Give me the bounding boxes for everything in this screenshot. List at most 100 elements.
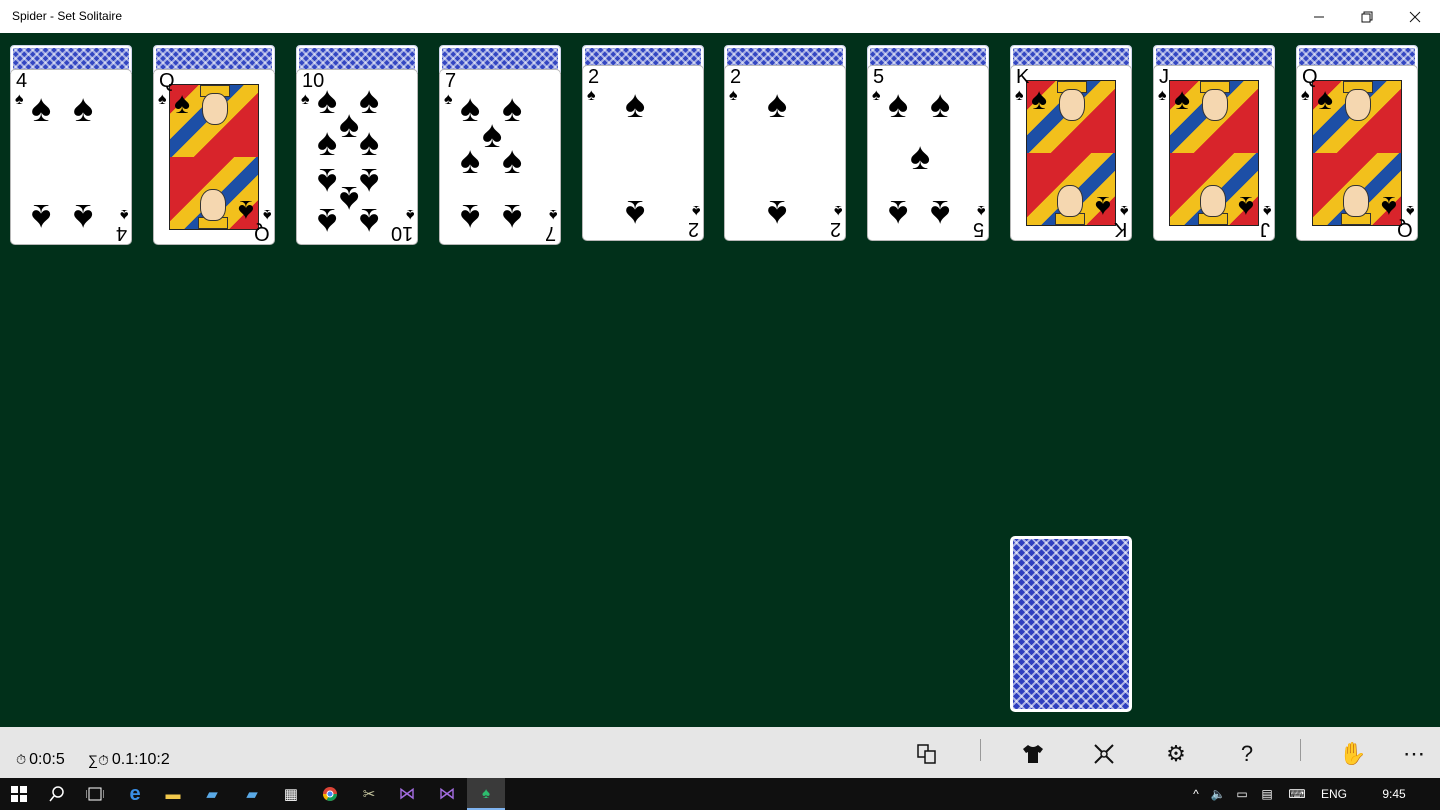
hint-icon bbox=[917, 744, 936, 764]
language-indicator[interactable]: ENG bbox=[1314, 787, 1354, 801]
face-up-card[interactable]: ♠ ♠ 2 ♠ 2 ♠ bbox=[724, 65, 846, 241]
app-button-2[interactable]: ▰ bbox=[233, 778, 271, 810]
chrome-button[interactable] bbox=[311, 778, 349, 810]
spade-pip: ♠ bbox=[317, 160, 338, 202]
keyboard-icon[interactable]: ⌨ bbox=[1280, 787, 1314, 801]
card-rank: 5 bbox=[873, 66, 885, 88]
spade-pip: ♠ bbox=[31, 196, 52, 238]
spade-pip: ♠ bbox=[930, 84, 951, 126]
spade-icon: ♠ bbox=[262, 206, 272, 223]
visual-studio-button-2[interactable]: ⋈ bbox=[428, 778, 466, 810]
spade-pip: ♠ bbox=[625, 192, 646, 234]
restore-icon bbox=[1361, 11, 1373, 22]
spade-icon: ♠ bbox=[548, 206, 558, 223]
app-button-1[interactable]: ▰ bbox=[193, 778, 231, 810]
spade-icon: ♠ bbox=[405, 206, 415, 223]
spade-pip: ♠ bbox=[73, 196, 94, 238]
face-up-card[interactable]: ♠ ♠ Q ♠ Q ♠ bbox=[153, 69, 275, 245]
face-up-card[interactable]: ♠ ♠ ♠ ♠ ♠ 5 ♠ 5 ♠ bbox=[867, 65, 989, 241]
edge-button[interactable]: e bbox=[116, 778, 154, 810]
spade-icon: ♠ bbox=[976, 202, 986, 219]
spider-solitaire-taskbar-button[interactable]: ♠ bbox=[467, 778, 505, 810]
search-button[interactable] bbox=[38, 778, 76, 810]
start-button[interactable] bbox=[0, 778, 38, 810]
face-up-card[interactable]: ♠ ♠ 2 ♠ 2 ♠ bbox=[582, 65, 704, 241]
task-view-icon bbox=[86, 787, 104, 801]
visual-studio-button-1[interactable]: ⋈ bbox=[388, 778, 426, 810]
settings-button[interactable]: ⚙ bbox=[1156, 738, 1196, 770]
gear-icon: ⚙ bbox=[1166, 741, 1186, 766]
spade-icon: ♠ bbox=[158, 91, 167, 108]
more-icon: ⋯ bbox=[1403, 741, 1425, 766]
stopwatch-icon: ⏱ bbox=[16, 752, 27, 767]
clock[interactable]: 9:45 bbox=[1354, 787, 1434, 801]
card-rank: Q bbox=[254, 222, 270, 244]
task-view-button[interactable] bbox=[76, 778, 114, 810]
calculator-button[interactable]: ▦ bbox=[272, 778, 310, 810]
card-rank: 4 bbox=[16, 70, 28, 92]
card-rank: 2 bbox=[829, 218, 841, 240]
card-rank: K bbox=[1113, 218, 1127, 240]
close-button[interactable] bbox=[1392, 0, 1438, 33]
stock-pile[interactable] bbox=[1010, 536, 1132, 712]
spade-pip: ♠ bbox=[359, 122, 380, 164]
hint-button[interactable] bbox=[907, 738, 947, 770]
spade-icon: ♠ bbox=[1317, 83, 1333, 116]
calculator-icon: ▦ bbox=[283, 786, 299, 803]
volume-icon[interactable]: 🔈 bbox=[1206, 787, 1230, 801]
card-back-button[interactable] bbox=[1013, 738, 1053, 770]
spade-icon: ♠ bbox=[174, 87, 190, 120]
spade-icon: ♠ bbox=[238, 194, 254, 227]
card-rank: Q bbox=[159, 70, 175, 92]
spade-icon: ♠ bbox=[691, 202, 701, 219]
face-up-card[interactable]: ♠ ♠ ♠ ♠ 4 ♠ 4 ♠ bbox=[10, 69, 132, 245]
restore-button[interactable] bbox=[1344, 0, 1390, 33]
spade-icon: ♠ bbox=[1031, 83, 1047, 116]
spade-icon: ♠ bbox=[1262, 202, 1272, 219]
spade-pip: ♠ bbox=[767, 192, 788, 234]
face-up-card[interactable]: ♠ ♠ ♠ ♠ ♠ ♠ ♠ ♠ ♠ ♠ 10 ♠ 10 ♠ bbox=[296, 69, 418, 245]
card-rank: J bbox=[1260, 218, 1270, 240]
notifications-icon[interactable]: ▤ bbox=[1254, 787, 1280, 801]
minimize-button[interactable] bbox=[1296, 0, 1342, 33]
face-up-card[interactable]: ♠ ♠ Q ♠ Q ♠ bbox=[1296, 65, 1418, 241]
help-button[interactable]: ? bbox=[1227, 738, 1267, 770]
hand-button[interactable]: ✋ bbox=[1333, 738, 1373, 770]
spade-pip: ♠ bbox=[460, 140, 481, 182]
file-explorer-button[interactable]: ▬ bbox=[154, 778, 192, 810]
spade-icon: ♠ bbox=[15, 91, 24, 108]
folder-icon: ▬ bbox=[165, 785, 181, 803]
new-game-icon bbox=[1094, 744, 1114, 764]
spade-icon: ♠ bbox=[1174, 83, 1190, 116]
face-up-card[interactable]: ♠ ♠ ♠ ♠ ♠ ♠ ♠ 7 ♠ 7 ♠ bbox=[439, 69, 561, 245]
spade-icon: ♠ bbox=[444, 91, 453, 108]
spade-pip: ♠ bbox=[339, 178, 360, 220]
windows-logo-icon bbox=[11, 786, 27, 802]
game-table: ♠ ♠ ♠ ♠ 4 ♠ 4 ♠ ♠ ♠ Q ♠ Q ♠ ♠ ♠ ♠ ♠ ♠ ♠ ♠ ♠ ♠ ♠ 10 ♠ 10 ♠ ♠ ♠ ♠ ♠ ♠ ♠ ♠ 7 ♠ 7… bbox=[0, 33, 1440, 727]
card-rank: Q bbox=[1302, 66, 1318, 88]
face-up-card[interactable]: ♠ ♠ K ♠ K ♠ bbox=[1010, 65, 1132, 241]
spade-icon: ♠ bbox=[1405, 202, 1415, 219]
spade-icon: ♠ bbox=[729, 87, 738, 104]
card-rank: 2 bbox=[730, 66, 742, 88]
more-button[interactable]: ⋯ bbox=[1394, 738, 1434, 770]
spade-icon: ♠ bbox=[587, 87, 596, 104]
minimize-icon bbox=[1314, 16, 1324, 17]
card-rank: 2 bbox=[588, 66, 600, 88]
network-icon[interactable]: ▭ bbox=[1230, 787, 1254, 801]
card-rank: 10 bbox=[302, 70, 325, 92]
divider bbox=[1300, 739, 1301, 761]
spade-icon: ♠ bbox=[1158, 87, 1167, 104]
app-button-3[interactable]: ✂ bbox=[350, 778, 388, 810]
spade-pip: ♠ bbox=[317, 122, 338, 164]
face-up-card[interactable]: ♠ ♠ J ♠ J ♠ bbox=[1153, 65, 1275, 241]
help-icon: ? bbox=[1240, 741, 1254, 766]
divider bbox=[980, 739, 981, 761]
spade-icon: ♠ bbox=[301, 91, 310, 108]
spade-pip: ♠ bbox=[767, 84, 788, 126]
card-rank: K bbox=[1016, 66, 1030, 88]
new-game-button[interactable] bbox=[1084, 738, 1124, 770]
chevron-up-icon[interactable]: ^ bbox=[1186, 787, 1206, 801]
system-tray: ^ 🔈 ▭ ▤ ⌨ ENG 9:45 bbox=[1186, 778, 1434, 810]
total-time: 0.1:10:2 bbox=[111, 751, 170, 768]
